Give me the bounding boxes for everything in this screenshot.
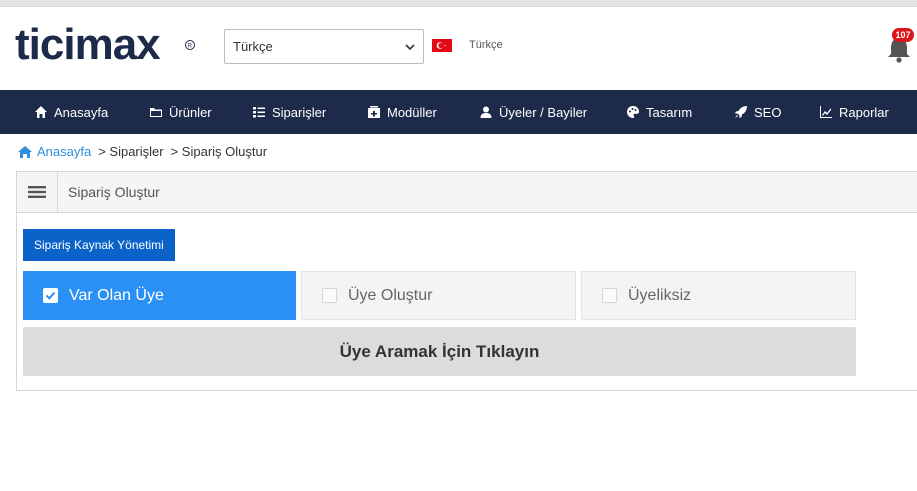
folder-icon xyxy=(150,108,162,117)
option-existing-member[interactable]: Var Olan Üye xyxy=(23,271,296,320)
option-guest[interactable]: Üyeliksiz xyxy=(581,271,856,320)
nav-item-label: Ürünler xyxy=(169,104,212,120)
nav-item-seo[interactable]: SEO xyxy=(734,90,781,134)
nav-item-label: Siparişler xyxy=(272,104,327,120)
home-icon xyxy=(18,145,32,158)
menu-toggle-button[interactable] xyxy=(17,172,58,212)
browser-top-strip xyxy=(0,0,917,7)
option-label: Üye Oluştur xyxy=(348,286,433,304)
option-create-member[interactable]: Üye Oluştur xyxy=(301,271,576,320)
panel-title: Sipariş Oluştur xyxy=(68,184,160,200)
nav-item-label: Modüller xyxy=(387,104,437,120)
nav-item-label: Raporlar xyxy=(839,104,889,120)
nav-item-moduller[interactable]: Modüller xyxy=(367,90,437,134)
nav-item-label: SEO xyxy=(754,104,782,120)
breadcrumb-home-label: Anasayfa xyxy=(37,144,92,159)
svg-text:R: R xyxy=(188,44,193,50)
palette-icon xyxy=(627,106,639,118)
language-select[interactable]: Türkçe xyxy=(224,29,424,64)
rocket-icon xyxy=(735,106,747,118)
language-label: Türkçe xyxy=(469,39,503,51)
nav-item-uyeler-bayiler[interactable]: Üyeler / Bayiler xyxy=(479,90,587,134)
user-icon xyxy=(480,106,492,118)
checkbox-checked[interactable] xyxy=(43,288,58,303)
option-label: Var Olan Üye xyxy=(69,286,164,304)
nav-item-label: Tasarım xyxy=(646,104,693,120)
breadcrumb-home[interactable]: Anasayfa xyxy=(17,144,91,159)
list-icon xyxy=(253,107,265,118)
module-icon xyxy=(368,106,380,118)
breadcrumb: Anasayfa > Siparişler > Sipariş Oluştur xyxy=(17,144,267,159)
order-source-management-button[interactable]: Sipariş Kaynak Yönetimi xyxy=(23,229,175,261)
checkbox-unchecked[interactable] xyxy=(602,288,617,303)
hamburger-icon xyxy=(28,186,46,198)
ticimax-logo[interactable]: ticimax R xyxy=(15,23,200,71)
main-nav: Anasayfa Ürünler Siparişler Modüller Üye… xyxy=(0,90,917,134)
turkey-flag-icon[interactable] xyxy=(432,39,452,52)
chart-icon xyxy=(820,106,832,118)
header: ticimax R Türkçe Türkçe 107 xyxy=(0,7,917,90)
nav-item-raporlar[interactable]: Raporlar xyxy=(819,90,889,134)
logo-text: ticimax xyxy=(15,23,161,69)
chevron-down-icon xyxy=(405,43,415,50)
nav-item-label: Üyeler / Bayiler xyxy=(499,104,588,120)
nav-item-anasayfa[interactable]: Anasayfa xyxy=(34,90,108,134)
home-icon xyxy=(35,106,47,118)
option-label: Üyeliksiz xyxy=(628,286,692,304)
breadcrumb-item-siparisler[interactable]: > Siparişler xyxy=(98,144,163,159)
member-search-button[interactable]: Üye Aramak İçin Tıklayın xyxy=(23,327,856,376)
order-create-panel: Sipariş Oluştur Sipariş Kaynak Yönetimi … xyxy=(16,171,917,391)
checkbox-unchecked[interactable] xyxy=(322,288,337,303)
breadcrumb-item-current: > Sipariş Oluştur xyxy=(170,144,268,159)
nav-item-label: Anasayfa xyxy=(54,104,109,120)
check-icon xyxy=(45,291,56,300)
nav-item-siparisler[interactable]: Siparişler xyxy=(252,90,326,134)
nav-item-tasarim[interactable]: Tasarım xyxy=(626,90,692,134)
language-select-value: Türkçe xyxy=(233,39,273,54)
panel-header: Sipariş Oluştur xyxy=(17,172,917,213)
nav-item-urunler[interactable]: Ürünler xyxy=(149,90,212,134)
notification-badge[interactable]: 107 xyxy=(892,28,914,42)
